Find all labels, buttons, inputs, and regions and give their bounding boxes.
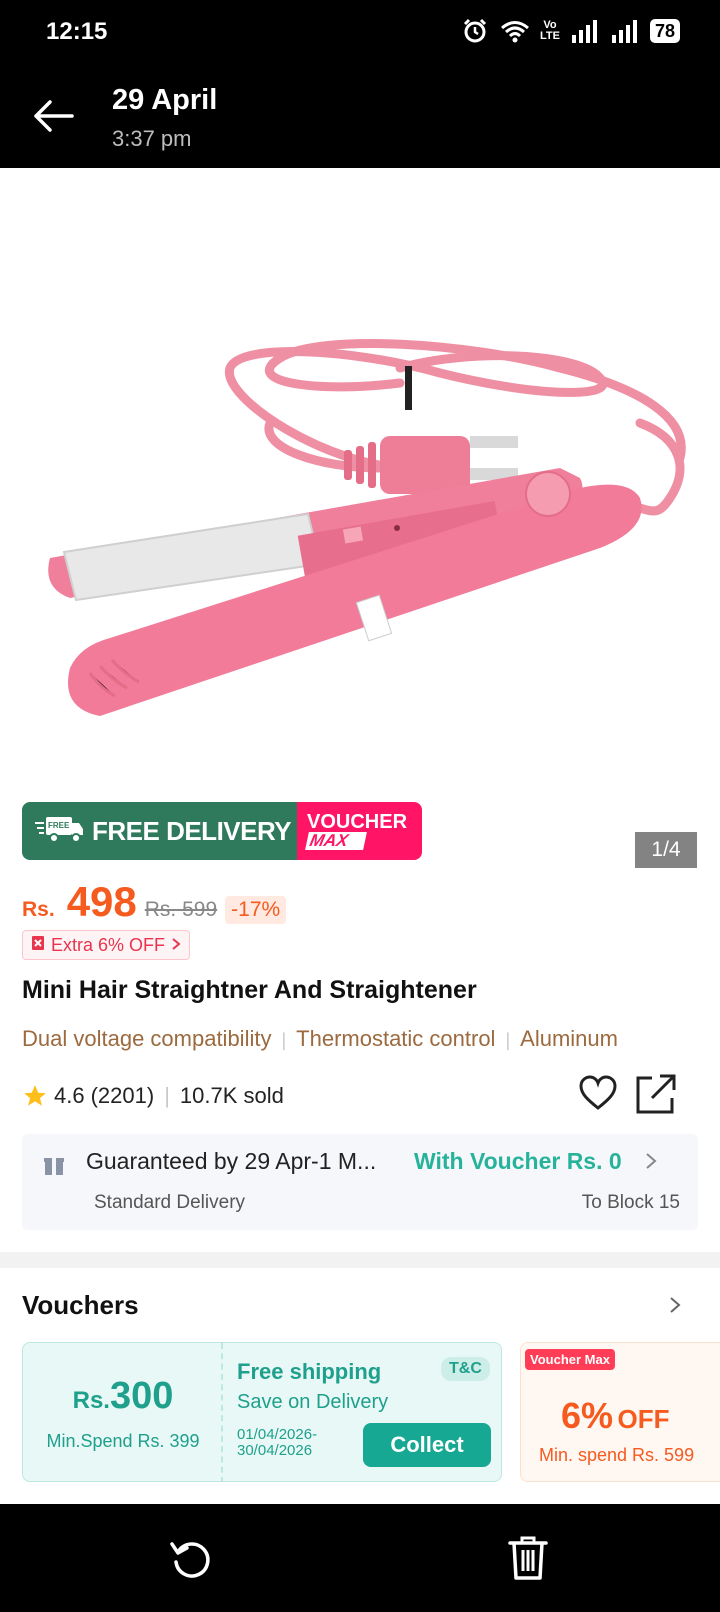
voucher-max-section: VOUCHER MAX <box>297 802 422 860</box>
image-counter: 1/4 <box>635 832 697 868</box>
status-bar: 12:15 Vo LTE 78 <box>0 0 720 64</box>
chevron-right-icon <box>644 1150 658 1179</box>
chevron-right-icon <box>171 935 181 956</box>
voucher-card-max[interactable]: Voucher Max 6% OFF Min. spend Rs. 599 <box>520 1342 720 1482</box>
back-arrow-icon[interactable] <box>30 92 78 140</box>
voucher-card-free-shipping: Rs.300 Min.Spend Rs. 399 Free shipping T… <box>22 1342 502 1482</box>
delivery-method: Standard Delivery <box>94 1192 246 1213</box>
free-delivery-banner[interactable]: FREE FREE DELIVERY VOUCHER MAX <box>22 802 422 860</box>
feature-tags: Dual voltage compatibility | Thermostatic … <box>22 1026 618 1051</box>
feature-tag: Aluminum <box>520 1026 618 1051</box>
extra-offer-chip[interactable]: Extra 6% OFF <box>22 930 191 960</box>
wishlist-heart-icon[interactable] <box>578 1074 618 1114</box>
bottom-toolbar <box>0 1504 720 1612</box>
sold-count: 10.7K sold <box>179 1083 284 1108</box>
voucher-percent: 6% OFF <box>561 1395 670 1436</box>
section-divider <box>0 1252 720 1268</box>
coupon-icon <box>31 935 45 956</box>
voucher-dates: 01/04/2026-30/04/2026 <box>237 1426 318 1459</box>
rotate-icon[interactable] <box>168 1536 214 1582</box>
wifi-icon <box>500 16 530 46</box>
extra-offer-label: Extra 6% OFF <box>51 934 166 955</box>
price-row: Rs. 498 Rs. 599 -17% <box>22 878 287 928</box>
volte-indicator: Vo LTE <box>540 19 560 42</box>
alarm-icon <box>460 16 490 46</box>
voucher-max-sub: MAX <box>305 831 367 850</box>
status-time: 12:15 <box>46 18 108 45</box>
original-price: Rs. 599 <box>144 898 218 921</box>
voucher-subtitle: Save on Delivery <box>237 1391 389 1413</box>
voucher-title: Free shipping <box>237 1359 382 1384</box>
feature-tag: Dual voltage compatibility <box>22 1026 272 1051</box>
voucher-amount: Rs.300 <box>72 1375 174 1417</box>
voucher-min-spend: Min. spend Rs. 599 <box>539 1445 695 1465</box>
package-icon <box>42 1154 66 1178</box>
status-icons: Vo LTE 78 <box>460 16 680 46</box>
header-title: 29 April <box>112 84 218 116</box>
collect-button[interactable]: Collect <box>363 1423 491 1467</box>
star-icon <box>22 1083 48 1109</box>
product-page: FREE FREE DELIVERY VOUCHER MAX 1/4 Rs. 4… <box>0 168 720 1504</box>
free-delivery-section: FREE FREE DELIVERY <box>22 802 297 860</box>
voucher-max-label: VOUCHER <box>307 811 408 833</box>
signal-icon-1 <box>570 16 600 46</box>
delivery-truck-icon: FREE <box>34 813 84 850</box>
signal-icon-2 <box>610 16 640 46</box>
delivery-voucher: With Voucher Rs. 0 <box>414 1148 622 1174</box>
product-title: Mini Hair Straightner And Straightener <box>22 976 477 1004</box>
delivery-info-card[interactable]: Guaranteed by 29 Apr-1 M... With Voucher… <box>22 1134 698 1230</box>
chevron-right-icon[interactable] <box>668 1292 682 1323</box>
voucher-max-tag: Voucher Max <box>525 1349 615 1370</box>
delivery-guarantee: Guaranteed by 29 Apr-1 M... <box>86 1148 377 1174</box>
header: 29 April 3:37 pm <box>0 64 720 168</box>
terms-link[interactable]: T&C <box>441 1357 490 1381</box>
battery-indicator: 78 <box>649 19 680 43</box>
vouchers-heading: Vouchers <box>22 1290 139 1320</box>
svg-text:FREE: FREE <box>48 821 70 830</box>
product-image[interactable] <box>0 168 720 788</box>
rating-score: 4.6 <box>54 1083 85 1108</box>
discount-badge: -17% <box>225 896 287 924</box>
delivery-destination: To Block 15 <box>581 1192 680 1213</box>
trash-icon[interactable] <box>506 1534 550 1582</box>
price-value: 498 <box>66 878 137 925</box>
free-delivery-label: FREE DELIVERY <box>92 815 292 846</box>
rating-count: (2201) <box>90 1083 155 1108</box>
voucher-min-spend: Min.Spend Rs. 399 <box>46 1431 200 1451</box>
share-icon[interactable] <box>634 1072 678 1116</box>
header-subtitle: 3:37 pm <box>112 126 192 151</box>
feature-tag: Thermostatic control <box>296 1026 496 1051</box>
price-currency: Rs. <box>22 898 55 921</box>
